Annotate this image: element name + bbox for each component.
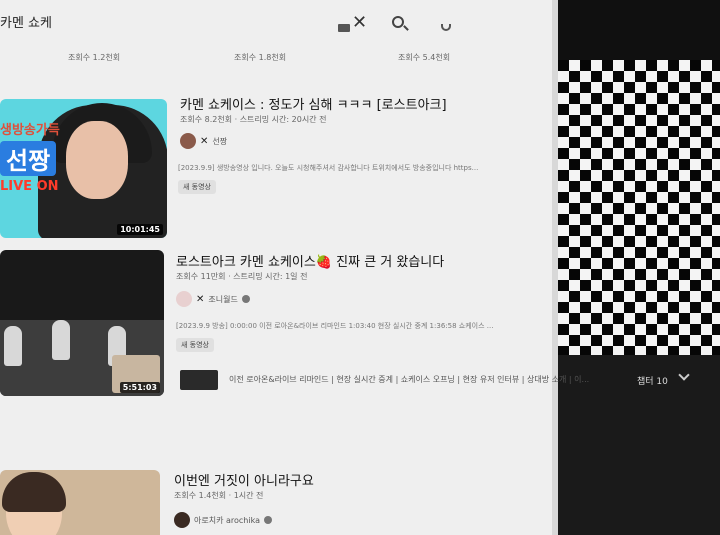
- channel-link-3[interactable]: 아로치카 arochika: [174, 512, 272, 528]
- avatar[interactable]: [176, 291, 192, 307]
- search-input[interactable]: 카멘 쇼케: [0, 12, 52, 31]
- video-meta-2: 조회수 11만회 · 스트리밍 시간: 1일 전: [176, 272, 308, 281]
- x-logo-icon: ✕: [200, 135, 209, 147]
- background-dark-top: [558, 0, 720, 60]
- youtube-screen: 카멘 쇼케 ✕ 조회수 1.2천회 조회수 1.8천회 조회수 5.4천회 생방…: [0, 0, 556, 535]
- duration-badge: 5:51:03: [119, 382, 160, 393]
- video-title-1[interactable]: 카멘 쇼케이스 : 정도가 심해 ㅋㅋㅋ [로스트아크]: [180, 94, 447, 113]
- video-description-2: [2023.9.9 방송] 0:00:00 이전 로아온&라이브 리마인드 1:…: [176, 322, 494, 330]
- video-meta-1: 조회수 8.2천회 · 스트리밍 시간: 20시간 전: [180, 115, 327, 124]
- chapter-count[interactable]: 챕터 10: [637, 374, 668, 387]
- avatar[interactable]: [180, 133, 196, 149]
- mic-icon[interactable]: [441, 24, 451, 31]
- channel-name-1: 선짱: [212, 136, 228, 146]
- verified-icon: [241, 295, 250, 303]
- prev-views-1: 조회수 1.2천회: [68, 53, 121, 62]
- video-meta-3: 조회수 1.4천회 · 1시간 전: [174, 491, 264, 500]
- thumb-name-text: 선짱: [0, 141, 57, 176]
- checkerboard-pattern: [558, 60, 720, 355]
- channel-link-2[interactable]: ✕ 조니월드: [176, 291, 250, 307]
- video-title-2[interactable]: 로스트아크 카멘 쇼케이스🍓 진짜 큰 거 왔습니다: [176, 251, 444, 270]
- search-bar[interactable]: 카멘 쇼케 ✕: [0, 6, 556, 38]
- thumb-top-text: 생방송가득: [0, 123, 60, 138]
- search-icon[interactable]: [392, 16, 404, 28]
- verified-icon: [263, 516, 272, 524]
- avatar[interactable]: [174, 512, 190, 528]
- video-title-3[interactable]: 이번엔 거짓이 아니라구요: [174, 470, 314, 489]
- prev-views-2: 조회수 1.8천회: [234, 53, 287, 62]
- prev-views-3: 조회수 5.4천회: [398, 53, 451, 62]
- new-video-badge-1: 새 동영상: [178, 180, 216, 194]
- keyboard-icon[interactable]: [338, 24, 350, 32]
- duration-badge: 10:01:45: [117, 224, 163, 235]
- new-video-badge-2: 새 동영상: [176, 338, 214, 352]
- video-thumbnail-1[interactable]: 생방송가득 선짱 LIVE ON 10:01:45: [0, 99, 167, 238]
- video-thumbnail-3[interactable]: [0, 470, 160, 535]
- video-description-1: [2023.9.9] 생방송영상 입니다. 오늘도 시청해주셔서 감사합니다 트…: [178, 164, 479, 172]
- x-logo-icon: ✕: [196, 293, 205, 305]
- channel-name-3: 아로치카 arochika: [194, 515, 260, 525]
- screen-bezel: [552, 0, 558, 535]
- video-thumbnail-2[interactable]: 5:51:03: [0, 250, 164, 396]
- thumb-live-text: LIVE ON: [0, 179, 59, 194]
- channel-name-2: 조니월드: [208, 294, 238, 304]
- channel-link-1[interactable]: ✕ 선짱: [180, 133, 227, 149]
- chapter-list[interactable]: 이전 로아온&라이브 리마인드 | 현장 실시간 중계 | 쇼케이스 오프닝 |…: [229, 374, 589, 385]
- chapter-thumbnail[interactable]: [180, 370, 218, 390]
- close-icon[interactable]: ✕: [352, 14, 367, 32]
